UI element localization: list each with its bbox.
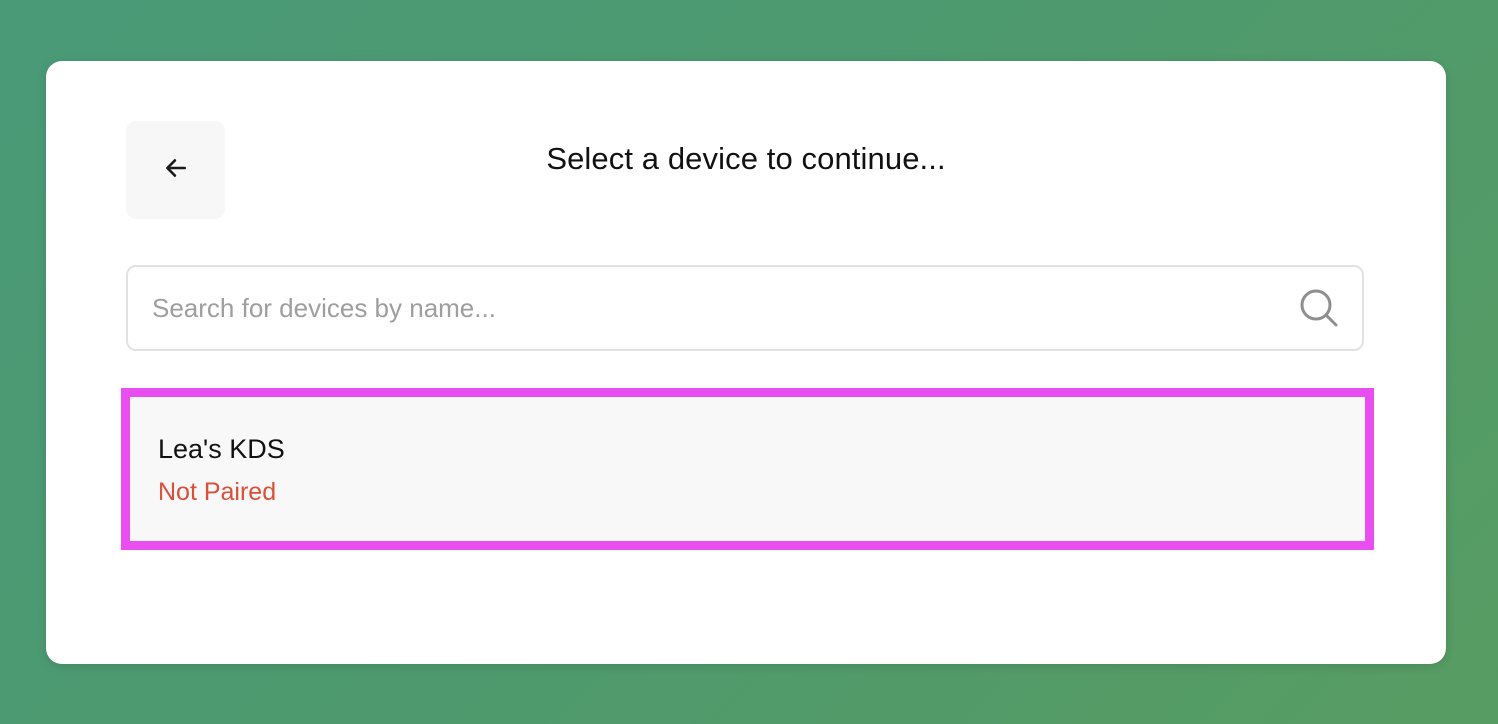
- device-status: Not Paired: [158, 478, 277, 506]
- device-select-card: Select a device to continue... Lea's KDS…: [46, 61, 1446, 664]
- search-icon[interactable]: [1298, 287, 1340, 329]
- search-box[interactable]: [126, 265, 1364, 351]
- device-list: Lea's KDS Not Paired: [121, 388, 1374, 550]
- device-list-item[interactable]: Lea's KDS Not Paired: [121, 388, 1374, 550]
- device-name: Lea's KDS: [158, 434, 285, 464]
- page-title: Select a device to continue...: [546, 141, 946, 176]
- search-input[interactable]: [128, 267, 1298, 349]
